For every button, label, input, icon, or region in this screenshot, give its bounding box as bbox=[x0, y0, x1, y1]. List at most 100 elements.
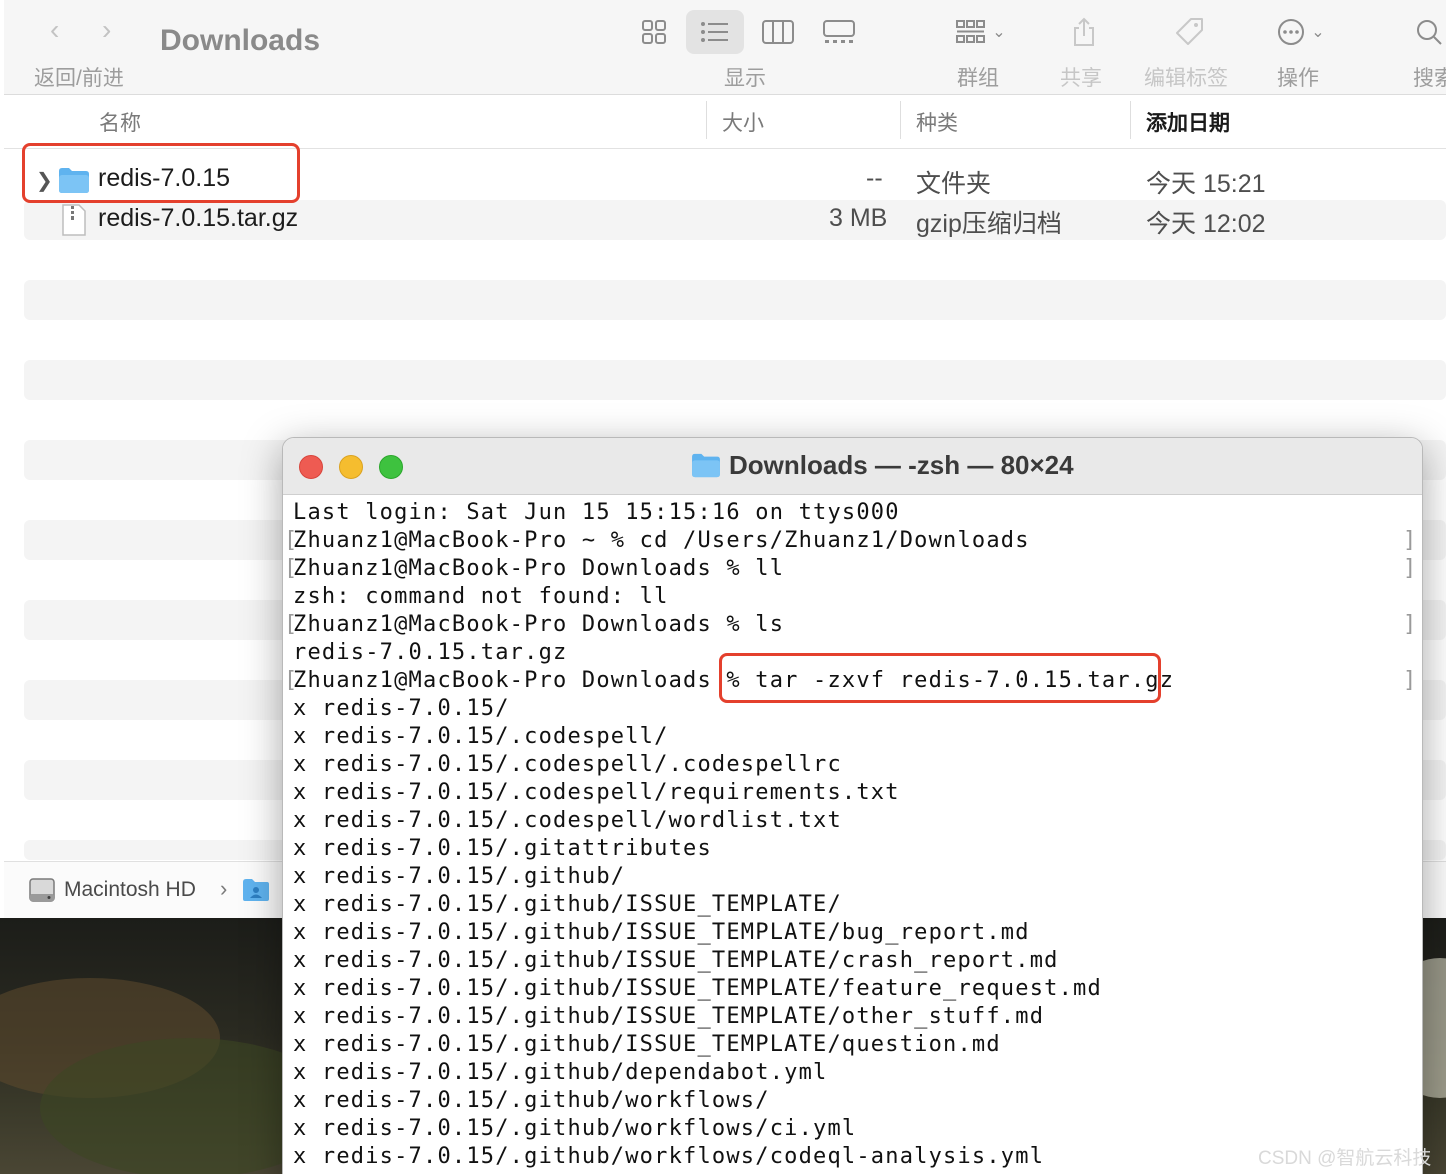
terminal-line: Last login: Sat Jun 15 15:15:16 on ttys0… bbox=[293, 499, 1413, 527]
terminal-titlebar[interactable]: Downloads — -zsh — 80×24 bbox=[283, 438, 1422, 495]
file-size: -- bbox=[866, 164, 883, 192]
share-button[interactable] bbox=[1064, 10, 1104, 54]
group-label: 群组 bbox=[957, 67, 999, 90]
group-button[interactable]: ⌄ bbox=[946, 10, 1016, 54]
back-arrow-icon[interactable]: ‹ bbox=[50, 16, 59, 44]
terminal-line: x redis-7.0.15/.codespell/requirements.t… bbox=[293, 779, 1413, 807]
column-divider[interactable] bbox=[900, 101, 901, 139]
icon-view-button[interactable] bbox=[630, 10, 678, 54]
zoom-button[interactable] bbox=[379, 455, 403, 479]
file-kind: 文件夹 bbox=[916, 170, 992, 198]
forward-arrow-icon[interactable]: › bbox=[102, 16, 111, 44]
terminal-line-text: x redis-7.0.15/.github/workflows/ci.yml bbox=[293, 1116, 857, 1141]
archive-file-icon bbox=[62, 204, 86, 236]
back-forward-label: 返回/前进 bbox=[34, 67, 124, 90]
user-folder-icon[interactable] bbox=[242, 878, 270, 902]
hard-drive-icon[interactable] bbox=[28, 876, 56, 904]
prompt-bracket-left: [ bbox=[284, 528, 299, 553]
gallery-icon bbox=[823, 20, 855, 43]
terminal-line: x redis-7.0.15/.github/ISSUE_TEMPLATE/fe… bbox=[293, 975, 1413, 1003]
minimize-button[interactable] bbox=[339, 455, 363, 479]
terminal-line-text: Zhuanz1@MacBook-Pro Downloads % ls bbox=[293, 612, 785, 637]
folder-icon bbox=[692, 453, 720, 478]
terminal-line: x redis-7.0.15/.github/ISSUE_TEMPLATE/cr… bbox=[293, 947, 1413, 975]
terminal-line-text: x redis-7.0.15/.gitattributes bbox=[293, 836, 712, 861]
terminal-line: x redis-7.0.15/.github/workflows/ci.yml bbox=[293, 1115, 1413, 1143]
terminal-line-text: x redis-7.0.15/.github/ISSUE_TEMPLATE/ bbox=[293, 892, 842, 917]
list-view-button[interactable] bbox=[686, 10, 744, 54]
terminal-line-text: Zhuanz1@MacBook-Pro Downloads % ll bbox=[293, 556, 785, 581]
terminal-line-text: x redis-7.0.15/.codespell/wordlist.txt bbox=[293, 808, 842, 833]
terminal-line: x redis-7.0.15/.codespell/ bbox=[293, 723, 1413, 751]
column-header-size[interactable]: 大小 bbox=[722, 107, 764, 137]
close-button[interactable] bbox=[299, 455, 323, 479]
prompt-bracket-left: [ bbox=[284, 612, 299, 637]
terminal-line: x redis-7.0.15/.github/dependabot.yml bbox=[293, 1059, 1413, 1087]
terminal-window: Downloads — -zsh — 80×24 Last login: Sat… bbox=[282, 437, 1423, 1174]
terminal-line: x redis-7.0.15/.github/workflows/codeql-… bbox=[293, 1143, 1413, 1171]
prompt-bracket-right: ] bbox=[1403, 612, 1418, 637]
terminal-line: x redis-7.0.15/.github/ISSUE_TEMPLATE/bu… bbox=[293, 919, 1413, 947]
command-highlight-box bbox=[719, 653, 1161, 703]
grid-icon bbox=[642, 20, 666, 44]
terminal-title: Downloads — -zsh — 80×24 bbox=[729, 450, 1074, 480]
file-date-added: 今天 12:02 bbox=[1146, 210, 1266, 238]
edit-tags-button[interactable] bbox=[1170, 10, 1210, 54]
terminal-line-text: zsh: command not found: ll bbox=[293, 584, 669, 609]
terminal-line: x redis-7.0.15/.github/workflows/ bbox=[293, 1087, 1413, 1115]
terminal-line-text: x redis-7.0.15/.codespell/.codespellrc bbox=[293, 752, 842, 777]
column-view-button[interactable] bbox=[754, 10, 802, 54]
window-title: Downloads bbox=[160, 24, 321, 57]
chevron-down-icon: ⌄ bbox=[992, 24, 1006, 41]
action-button[interactable]: ⌄ bbox=[1266, 10, 1336, 54]
terminal-line-text: x redis-7.0.15/ bbox=[293, 696, 510, 721]
terminal-line: x redis-7.0.15/.github/ISSUE_TEMPLATE/qu… bbox=[293, 1031, 1413, 1059]
terminal-output[interactable]: Last login: Sat Jun 15 15:15:16 on ttys0… bbox=[284, 499, 1416, 1171]
terminal-line-text: x redis-7.0.15/.github/workflows/ bbox=[293, 1088, 770, 1113]
terminal-line: x redis-7.0.15/.codespell/wordlist.txt bbox=[293, 807, 1413, 835]
empty-row bbox=[24, 280, 1446, 320]
terminal-line: zsh: command not found: ll bbox=[293, 583, 1413, 611]
share-label: 共享 bbox=[1060, 67, 1102, 90]
terminal-line: x redis-7.0.15/.gitattributes bbox=[293, 835, 1413, 863]
terminal-line: x redis-7.0.15/.github/ISSUE_TEMPLATE/ot… bbox=[293, 1003, 1413, 1031]
column-header-date-added[interactable]: 添加日期 bbox=[1146, 107, 1230, 137]
terminal-line: [] Zhuanz1@MacBook-Pro Downloads % ll bbox=[284, 555, 1416, 583]
terminal-line-text: x redis-7.0.15/.github/ISSUE_TEMPLATE/ot… bbox=[293, 1004, 1045, 1029]
search-label: 搜索 bbox=[1413, 67, 1446, 90]
tag-icon bbox=[1176, 18, 1203, 45]
terminal-line-text: x redis-7.0.15/.codespell/requirements.t… bbox=[293, 780, 900, 805]
search-button[interactable] bbox=[1412, 10, 1446, 54]
column-divider[interactable] bbox=[1130, 101, 1131, 139]
terminal-line: x redis-7.0.15/.codespell/.codespellrc bbox=[293, 751, 1413, 779]
columns-icon bbox=[762, 20, 794, 44]
terminal-title-wrap: Downloads — -zsh — 80×24 bbox=[691, 450, 1074, 481]
terminal-line-text: Last login: Sat Jun 15 15:15:16 on ttys0… bbox=[293, 500, 900, 525]
search-icon bbox=[1417, 20, 1442, 45]
chevron-right-icon: › bbox=[220, 876, 228, 901]
prompt-bracket-right: ] bbox=[1403, 556, 1418, 581]
chevron-down-icon: ⌄ bbox=[1311, 24, 1325, 41]
terminal-line-text: x redis-7.0.15/.github/ISSUE_TEMPLATE/cr… bbox=[293, 948, 1059, 973]
column-divider[interactable] bbox=[706, 101, 707, 139]
path-volume[interactable]: Macintosh HD bbox=[64, 878, 196, 902]
share-icon bbox=[1074, 17, 1094, 46]
terminal-line-text: x redis-7.0.15/.github/dependabot.yml bbox=[293, 1060, 828, 1085]
file-date-added: 今天 15:21 bbox=[1146, 170, 1266, 198]
terminal-line-text: x redis-7.0.15/.codespell/ bbox=[293, 724, 669, 749]
edit-tags-label: 编辑标签 bbox=[1144, 67, 1228, 90]
watermark: CSDN @智航云科技 bbox=[1258, 1148, 1432, 1169]
terminal-line-text: redis-7.0.15.tar.gz bbox=[293, 640, 568, 665]
file-row[interactable]: redis-7.0.15.tar.gz 3 MB gzip压缩归档 今天 12:… bbox=[24, 200, 1446, 240]
list-icon bbox=[701, 22, 728, 42]
terminal-line-text: x redis-7.0.15/.github/ISSUE_TEMPLATE/qu… bbox=[293, 1032, 1001, 1057]
action-label: 操作 bbox=[1277, 67, 1319, 90]
column-header-kind[interactable]: 种类 bbox=[916, 107, 958, 137]
gallery-view-button[interactable] bbox=[814, 10, 864, 54]
prompt-bracket-right: ] bbox=[1403, 528, 1418, 553]
terminal-line-text: x redis-7.0.15/.github/ISSUE_TEMPLATE/fe… bbox=[293, 976, 1102, 1001]
column-header-name[interactable]: 名称 bbox=[99, 107, 141, 137]
terminal-line-text: x redis-7.0.15/.github/ bbox=[293, 864, 626, 889]
file-name: redis-7.0.15.tar.gz bbox=[98, 204, 299, 232]
finder-toolbar: ‹ › 返回/前进 Downloads 显示 ⌄ 群组 共享 编辑标签 ⌄ 操作… bbox=[4, 0, 1446, 95]
